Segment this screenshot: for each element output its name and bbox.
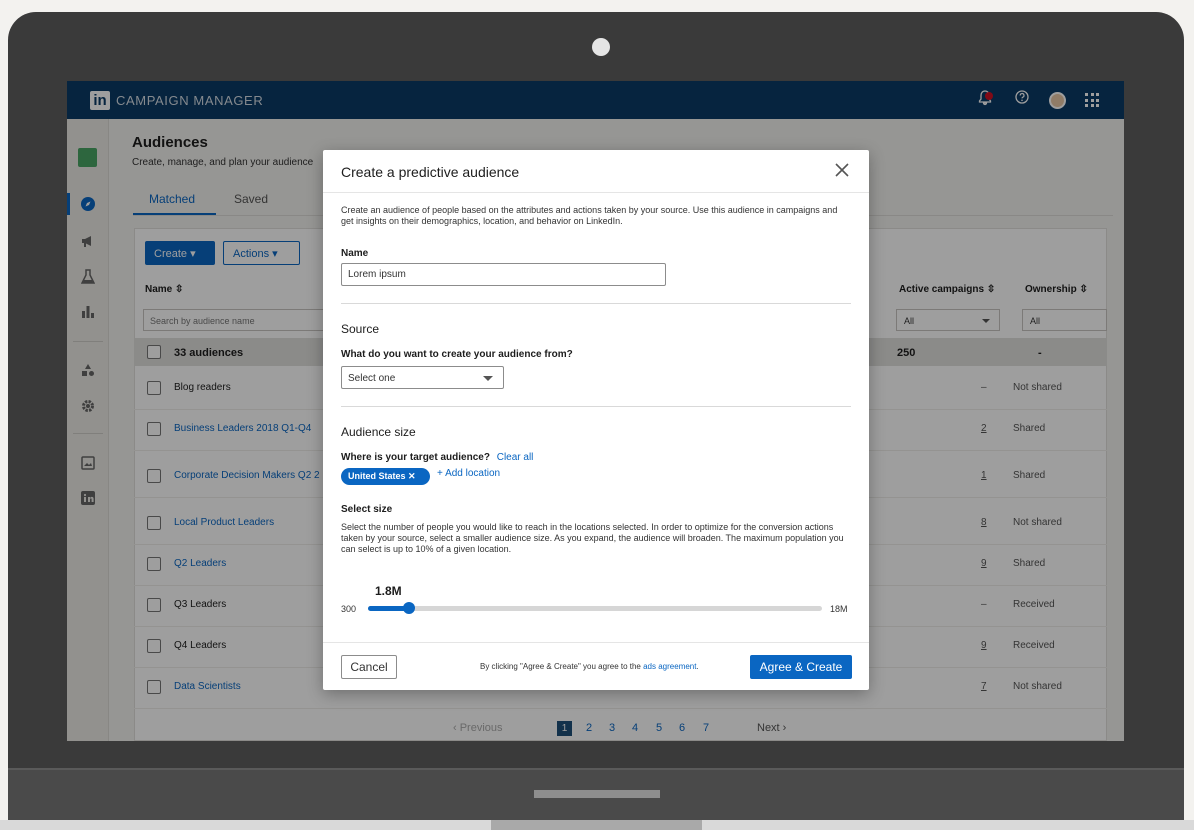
dialog-title: Create a predictive audience	[341, 164, 520, 180]
agreement-period: .	[696, 662, 699, 671]
source-question: What do you want to create your audience…	[341, 349, 573, 360]
cancel-button[interactable]: Cancel	[341, 655, 397, 679]
section-divider	[341, 406, 851, 407]
target-audience-question: Where is your target audience? Clear all	[341, 452, 533, 463]
agreement-text: By clicking "Agree & Create" you agree t…	[480, 662, 644, 671]
dialog-header-divider	[323, 192, 869, 193]
laptop-hinge	[534, 790, 660, 798]
slider-max-label: 18M	[830, 604, 848, 614]
audience-size-slider-handle[interactable]	[403, 602, 415, 614]
audience-size-value: 1.8M	[375, 584, 402, 598]
close-icon[interactable]	[835, 160, 849, 182]
audience-size-slider-track[interactable]	[368, 606, 822, 611]
chevron-down-icon	[483, 376, 493, 381]
laptop-notch	[491, 820, 702, 830]
location-chip-united-states[interactable]: United States ✕	[341, 468, 430, 485]
source-select-value: Select one	[348, 373, 396, 384]
section-divider	[341, 303, 851, 304]
target-audience-label: Where is your target audience?	[341, 452, 490, 463]
camera	[592, 38, 610, 56]
agree-and-create-button[interactable]: Agree & Create	[750, 655, 852, 679]
name-label: Name	[341, 248, 369, 259]
select-size-description: Select the number of people you would li…	[341, 522, 844, 554]
slider-min-label: 300	[341, 604, 357, 614]
dialog-description: Create an audience of people based on th…	[341, 205, 838, 226]
create-predictive-audience-dialog: Create a predictive audience Create an a…	[323, 150, 869, 690]
agreement-notice: By clicking "Agree & Create" you agree t…	[480, 662, 699, 671]
source-select[interactable]: Select one	[341, 366, 504, 389]
select-size-label: Select size	[341, 504, 393, 515]
add-location-button[interactable]: + Add location	[437, 468, 500, 479]
ads-agreement-link[interactable]: ads agreement	[643, 662, 696, 671]
audience-name-input[interactable]: Lorem ipsum	[341, 263, 666, 286]
audience-size-heading: Audience size	[341, 425, 416, 439]
dialog-footer-divider	[323, 642, 869, 643]
source-heading: Source	[341, 322, 380, 336]
clear-all-link[interactable]: Clear all	[497, 452, 534, 463]
